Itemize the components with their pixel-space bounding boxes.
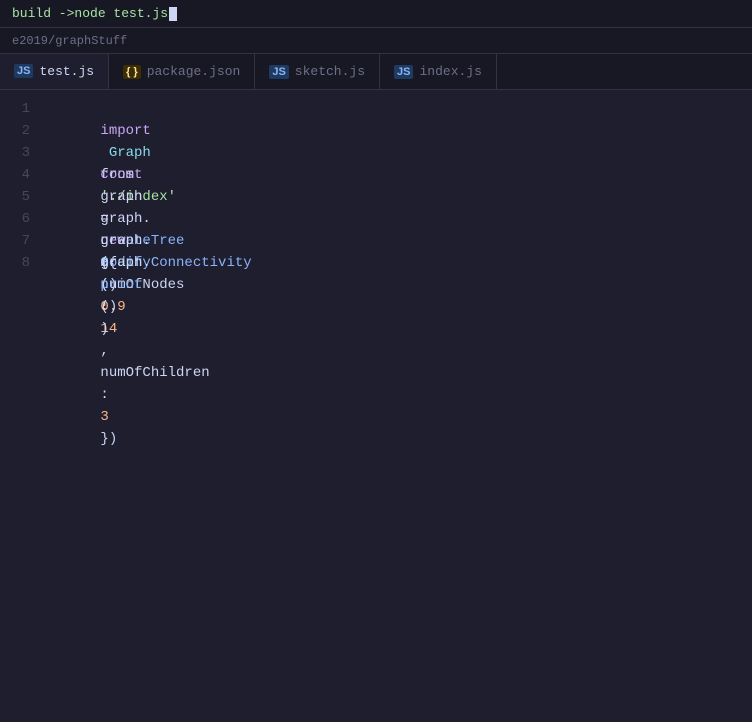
code-line-1: import Graph from './index' <box>50 98 752 120</box>
punct-brace-close-5: }) <box>100 431 117 447</box>
line-num-6: 6 <box>0 208 42 230</box>
tab-label-package-json: package.json <box>147 64 241 79</box>
line-num-7: 7 <box>0 230 42 252</box>
num-3: 3 <box>100 409 108 425</box>
terminal-cursor <box>169 7 177 21</box>
tab-package-json[interactable]: { } package.json <box>109 54 255 89</box>
line-num-8: 8 <box>0 252 42 274</box>
breadcrumb-bar: e2019/graphStuff <box>0 28 752 54</box>
code-line-6: graph. modifyConnectivity ( 0.9 ) <box>50 208 752 230</box>
punct-comma-5: , <box>100 343 117 359</box>
js-icon-index: JS <box>394 65 413 79</box>
prop-numOfChildren: numOfChildren <box>100 365 209 381</box>
punct-colon-5b: : <box>100 387 117 403</box>
tab-test-js[interactable]: JS test.js <box>0 54 109 89</box>
var-graph-6: graph. <box>100 233 150 249</box>
line-num-3: 3 <box>0 142 42 164</box>
js-icon-sketch: JS <box>269 65 288 79</box>
breadcrumb: e2019/graphStuff <box>12 34 127 48</box>
editor-area: 1 2 3 4 5 6 7 8 import Graph from './ind… <box>0 90 752 722</box>
tab-label-index-js: index.js <box>419 64 481 79</box>
keyword-import: import <box>100 123 150 139</box>
tab-sketch-js[interactable]: JS sketch.js <box>255 54 380 89</box>
code-line-4 <box>50 164 752 186</box>
code-line-2 <box>50 120 752 142</box>
tab-label-test-js: test.js <box>39 64 94 79</box>
line-num-5: 5 <box>0 186 42 208</box>
json-icon-package: { } <box>123 65 141 79</box>
tabs-bar: JS test.js { } package.json JS sketch.js… <box>0 54 752 90</box>
punct-paren-close-6: ) <box>100 321 108 337</box>
line-num-1: 1 <box>0 98 42 120</box>
terminal-bar: build ->node test.js <box>0 0 752 28</box>
var-graph-5: graph. <box>100 211 150 227</box>
tab-index-js[interactable]: JS index.js <box>380 54 497 89</box>
js-icon-test: JS <box>14 64 33 78</box>
line-num-2: 2 <box>0 120 42 142</box>
code-editor[interactable]: import Graph from './index' const graph … <box>42 90 752 722</box>
class-graph: Graph <box>100 145 159 161</box>
line-num-4: 4 <box>0 164 42 186</box>
tab-label-sketch-js: sketch.js <box>295 64 365 79</box>
var-graph-7: graph. <box>100 255 150 271</box>
terminal-command: build ->node test.js <box>12 6 168 21</box>
var-graph: graph <box>100 189 150 205</box>
line-numbers: 1 2 3 4 5 6 7 8 <box>0 90 42 722</box>
method-print: print <box>100 277 142 293</box>
punct-parens-7: () <box>100 299 117 315</box>
keyword-const: const <box>100 167 150 183</box>
